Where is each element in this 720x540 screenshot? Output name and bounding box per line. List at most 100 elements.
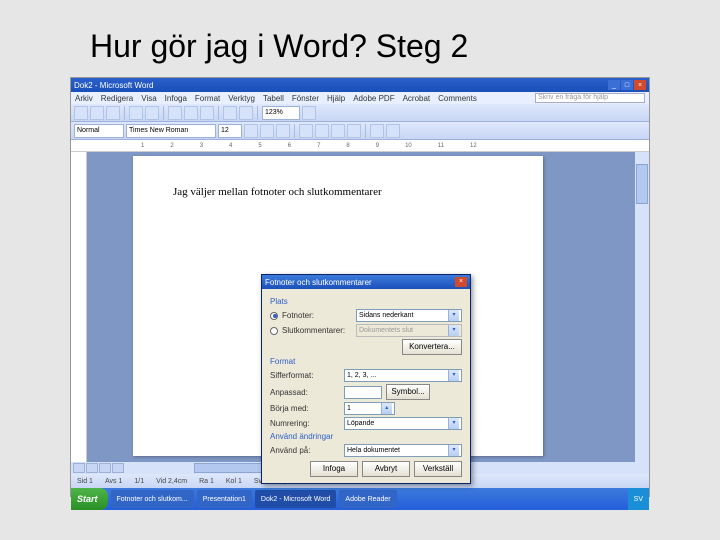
open-button[interactable] (90, 106, 104, 120)
combo-slut-placement: Dokumentets slut▾ (356, 324, 462, 337)
help-button[interactable] (302, 106, 316, 120)
menu-arkiv[interactable]: Arkiv (75, 94, 93, 103)
vertical-ruler[interactable] (71, 152, 87, 462)
taskbar-item[interactable]: Dok2 - Microsoft Word (255, 490, 337, 508)
symbol-button[interactable]: Symbol... (386, 384, 430, 400)
zoom-combo[interactable]: 123% (262, 106, 300, 120)
numbering-button[interactable] (386, 124, 400, 138)
paste-button[interactable] (200, 106, 214, 120)
window-titlebar: Dok2 - Microsoft Word _ □ × (71, 78, 649, 92)
menu-redigera[interactable]: Redigera (101, 94, 133, 103)
start-button[interactable]: Start (71, 488, 108, 510)
dialog-titlebar[interactable]: Fotnoter och slutkommentarer × (262, 275, 470, 289)
chevron-down-icon: ▾ (448, 418, 459, 429)
taskbar-item[interactable]: Adobe Reader (339, 490, 396, 508)
group-format-label: Format (270, 357, 462, 366)
taskbar-item[interactable]: Fotnoter och slutkom... (111, 490, 194, 508)
view-outline-button[interactable] (112, 463, 124, 473)
window-title: Dok2 - Microsoft Word (74, 81, 153, 90)
radio-slutkommentarer[interactable] (270, 327, 278, 335)
view-web-button[interactable] (86, 463, 98, 473)
borja-label: Börja med: (270, 404, 340, 413)
numrering-label: Numrering: (270, 419, 340, 428)
horizontal-ruler[interactable]: 123456789101112 (71, 140, 649, 152)
menu-fonster[interactable]: Fönster (292, 94, 319, 103)
bullets-button[interactable] (370, 124, 384, 138)
menu-infoga[interactable]: Infoga (165, 94, 187, 103)
chevron-down-icon: ▾ (448, 325, 459, 336)
combo-sifferformat[interactable]: 1, 2, 3, ...▾ (344, 369, 462, 382)
menu-adobe-pdf[interactable]: Adobe PDF (353, 94, 394, 103)
chevron-down-icon: ▾ (448, 370, 459, 381)
undo-button[interactable] (223, 106, 237, 120)
document-text: Jag väljer mellan fotnoter och slutkomme… (173, 186, 503, 198)
dialog-close-button[interactable]: × (455, 277, 467, 287)
combo-fotnot-placement[interactable]: Sidans nederkant▾ (356, 309, 462, 322)
combo-numrering[interactable]: Löpande▾ (344, 417, 462, 430)
menu-hjalp[interactable]: Hjälp (327, 94, 345, 103)
anvand-label: Använd på: (270, 446, 340, 455)
status-page: Sid 1 (77, 478, 93, 485)
windows-taskbar: Start Fotnoter och slutkom... Presentati… (71, 488, 649, 510)
avbryt-button[interactable]: Avbryt (362, 461, 410, 477)
taskbar-item[interactable]: Presentation1 (197, 490, 252, 508)
menu-verktyg[interactable]: Verktyg (228, 94, 255, 103)
standard-toolbar: 123% (71, 104, 649, 122)
font-combo[interactable]: Times New Roman (126, 124, 216, 138)
preview-button[interactable] (145, 106, 159, 120)
fontsize-combo[interactable]: 12 (218, 124, 242, 138)
save-button[interactable] (106, 106, 120, 120)
footnote-dialog: Fotnoter och slutkommentarer × Plats Fot… (261, 274, 471, 484)
radio-fotnoter-label: Fotnoter: (282, 311, 352, 320)
style-combo[interactable]: Normal (74, 124, 124, 138)
bold-button[interactable] (244, 124, 258, 138)
verkstall-button[interactable]: Verkställ (414, 461, 462, 477)
menu-visa[interactable]: Visa (141, 94, 156, 103)
slide-title: Hur gör jag i Word? Steg 2 (90, 28, 680, 65)
menu-comments[interactable]: Comments (438, 94, 477, 103)
align-center-button[interactable] (315, 124, 329, 138)
spinner-icon: ▴ (381, 403, 392, 414)
view-print-button[interactable] (99, 463, 111, 473)
spinner-borja[interactable]: 1▴ (344, 402, 395, 415)
input-anpassad[interactable] (344, 386, 382, 399)
sifferformat-label: Sifferformat: (270, 371, 340, 380)
menu-tabell[interactable]: Tabell (263, 94, 284, 103)
group-plats-label: Plats (270, 297, 462, 306)
maximize-button[interactable]: □ (621, 80, 633, 90)
view-normal-button[interactable] (73, 463, 85, 473)
system-tray[interactable]: SV (628, 488, 649, 510)
menu-format[interactable]: Format (195, 94, 220, 103)
combo-anvand[interactable]: Hela dokumentet▾ (344, 444, 462, 457)
new-doc-button[interactable] (74, 106, 88, 120)
menu-acrobat[interactable]: Acrobat (403, 94, 431, 103)
word-screenshot: Dok2 - Microsoft Word _ □ × Arkiv Redige… (70, 77, 650, 497)
minimize-button[interactable]: _ (608, 80, 620, 90)
chevron-down-icon: ▾ (448, 310, 459, 321)
copy-button[interactable] (184, 106, 198, 120)
status-section: Avs 1 (105, 478, 122, 485)
close-button[interactable]: × (634, 80, 646, 90)
formatting-toolbar: Normal Times New Roman 12 (71, 122, 649, 140)
infoga-button[interactable]: Infoga (310, 461, 358, 477)
status-line: Ra 1 (199, 478, 214, 485)
anpassad-label: Anpassad: (270, 388, 340, 397)
help-search-input[interactable]: Skriv en fråga för hjälp (535, 93, 645, 103)
italic-button[interactable] (260, 124, 274, 138)
vertical-scrollbar[interactable] (635, 152, 649, 462)
align-left-button[interactable] (299, 124, 313, 138)
status-pos: Vid 2,4cm (156, 478, 187, 485)
print-button[interactable] (129, 106, 143, 120)
radio-fotnoter[interactable] (270, 312, 278, 320)
konvertera-button[interactable]: Konvertera... (402, 339, 462, 355)
document-area: Jag väljer mellan fotnoter och slutkomme… (71, 152, 649, 462)
redo-button[interactable] (239, 106, 253, 120)
group-anvand-label: Använd ändringar (270, 432, 462, 441)
underline-button[interactable] (276, 124, 290, 138)
menubar: Arkiv Redigera Visa Infoga Format Verkty… (71, 92, 649, 104)
cut-button[interactable] (168, 106, 182, 120)
status-col: Kol 1 (226, 478, 242, 485)
chevron-down-icon: ▾ (448, 445, 459, 456)
justify-button[interactable] (347, 124, 361, 138)
align-right-button[interactable] (331, 124, 345, 138)
